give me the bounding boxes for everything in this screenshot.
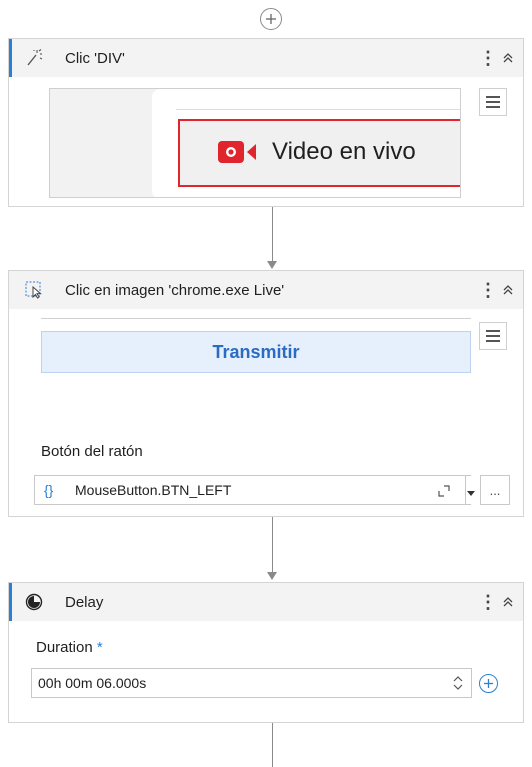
connector-arrow-icon xyxy=(267,261,277,269)
target-image: Transmitir xyxy=(41,331,471,373)
activity-title: Clic 'DIV' xyxy=(65,50,125,67)
more-options-icon[interactable]: ⋮ xyxy=(479,279,497,301)
add-time-button[interactable] xyxy=(479,674,498,693)
highlighted-target-element: Video en vivo xyxy=(178,119,460,187)
click-image-icon xyxy=(25,281,42,299)
connector-line xyxy=(272,207,273,262)
connector-line xyxy=(272,517,273,573)
expression-icon: {} xyxy=(44,482,54,498)
mouse-button-value: MouseButton.BTN_LEFT xyxy=(75,482,232,498)
connector-arrow-icon xyxy=(267,572,277,580)
collapse-chevron-icon[interactable] xyxy=(501,595,515,609)
dropdown-arrow-icon[interactable] xyxy=(466,485,476,503)
image-target-preview: Transmitir xyxy=(41,318,471,373)
more-options-icon[interactable]: ⋮ xyxy=(479,591,497,613)
preview-page: Video en vivo xyxy=(152,89,460,197)
more-button[interactable]: ... xyxy=(480,475,510,505)
activity-header[interactable]: Clic 'DIV' ⋮ xyxy=(9,39,523,77)
mouse-button-field[interactable]: {} MouseButton.BTN_LEFT xyxy=(34,475,468,505)
expand-editor-icon[interactable] xyxy=(437,484,451,498)
collapse-chevron-icon[interactable] xyxy=(501,283,515,297)
add-activity-top-button[interactable] xyxy=(260,8,282,30)
duration-value: 00h 00m 06.000s xyxy=(38,675,147,691)
selection-accent xyxy=(9,39,12,77)
transmit-label: Transmitir xyxy=(212,342,300,362)
plus-icon xyxy=(266,14,276,24)
element-screenshot-preview: Video en vivo xyxy=(49,88,461,198)
preview-menu-button[interactable] xyxy=(479,322,507,350)
duration-input[interactable]: 00h 00m 06.000s xyxy=(31,668,472,698)
mouse-button-label: Botón del ratón xyxy=(41,443,143,460)
more-options-icon[interactable]: ⋮ xyxy=(479,47,497,69)
plus-icon xyxy=(484,679,493,688)
preview-menu-button[interactable] xyxy=(479,88,507,116)
video-camera-icon xyxy=(218,141,256,163)
required-marker: * xyxy=(96,639,103,656)
activity-title: Delay xyxy=(65,594,104,611)
selection-accent xyxy=(9,583,12,621)
video-live-label: Video en vivo xyxy=(272,138,416,165)
connector-line xyxy=(272,723,273,767)
timer-icon xyxy=(25,593,43,611)
collapse-chevron-icon[interactable] xyxy=(501,51,515,65)
duration-label: Duration * xyxy=(36,639,103,656)
activity-header[interactable]: Delay ⋮ xyxy=(9,583,523,621)
click-magic-icon xyxy=(27,49,43,66)
activity-header[interactable]: Clic en imagen 'chrome.exe Live' ⋮ xyxy=(9,271,523,309)
activity-title: Clic en imagen 'chrome.exe Live' xyxy=(65,282,285,299)
spinner-icon[interactable] xyxy=(452,673,464,693)
